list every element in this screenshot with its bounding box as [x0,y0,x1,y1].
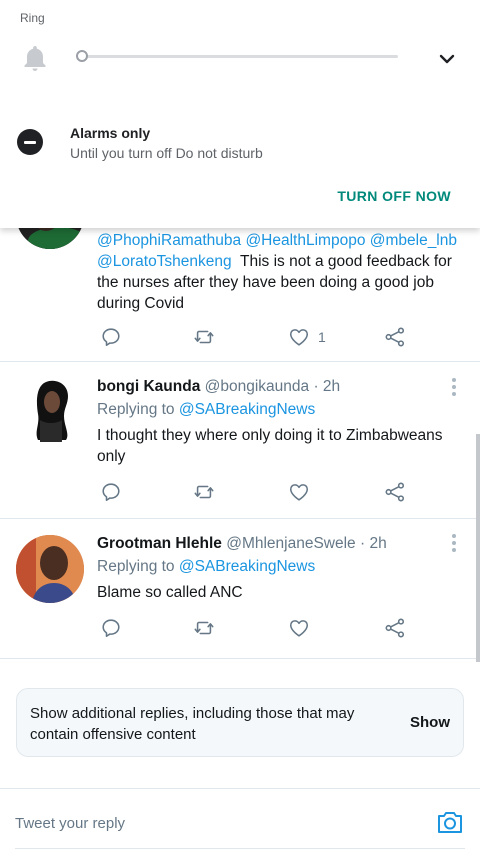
expand-button[interactable] [434,47,460,71]
reply-icon [102,483,120,502]
tweet-2[interactable]: bongi Kaunda @bongikaunda · 2h Replying … [0,362,480,519]
camera-icon [438,812,462,833]
replying-label: Replying to [97,401,175,418]
avatar[interactable] [16,535,84,603]
ring-volume-slider[interactable] [80,55,398,58]
reply-button[interactable] [100,617,122,639]
retweet-button[interactable] [193,617,215,639]
retweet-button[interactable] [193,326,215,348]
do-not-disturb-icon[interactable] [17,129,43,155]
bell-icon[interactable] [22,44,48,72]
replying-mention[interactable]: @SABreakingNews [179,401,315,418]
like-icon [289,484,309,501]
share-button[interactable] [384,617,406,639]
notice-text: Show additional replies, including those… [30,705,355,743]
like-icon [289,329,309,346]
tweet-3[interactable]: Grootman Hlehle @MhlenjaneSwele · 2h Rep… [0,519,480,659]
author-handle[interactable]: @bongikaunda [205,378,310,395]
tweet-time: · 2h [313,378,341,395]
tweet-content: Blame so called ANC [97,584,243,601]
author-name[interactable]: bongi Kaunda [97,378,200,395]
ring-label: Ring [20,11,45,25]
tweet-header: bongi Kaunda @bongikaunda · 2h [97,376,462,397]
replying-to: Replying to @SABreakingNews [97,399,462,420]
divider [0,788,480,789]
replying-to: Replying to @SABreakingNews [97,556,462,577]
author-handle[interactable]: @MhlenjaneSwele [226,535,355,552]
chevron-down-icon [439,54,455,64]
tweet-text: bongi Kaunda @bongikaunda · 2h Replying … [97,376,462,467]
reply-underline [15,848,465,849]
reply-button[interactable] [100,481,122,503]
volume-panel: Ring Alarms only Until you turn off Do n… [0,0,480,228]
tweet-time: · 2h [360,535,387,552]
avatar[interactable] [16,376,84,444]
turn-off-now-button[interactable]: TURN OFF NOW [337,188,451,204]
retweet-icon [194,485,214,499]
dnd-subtitle: Until you turn off Do not disturb [70,145,263,161]
like-button[interactable]: 1 [288,326,326,348]
offensive-replies-notice: Show additional replies, including those… [16,688,464,757]
share-icon [385,482,405,502]
tweet-text: @PhophiRamathuba @HealthLimpopo @mbele_l… [97,230,462,314]
retweet-button[interactable] [193,481,215,503]
like-count: 1 [318,329,326,345]
author-name[interactable]: Grootman Hlehle [97,535,222,552]
share-button[interactable] [384,326,406,348]
tweet-content: I thought they where only doing it to Zi… [97,427,443,465]
tweet-actions [100,481,410,503]
share-button[interactable] [384,481,406,503]
reply-icon [102,328,120,347]
ring-volume-thumb[interactable] [76,50,88,62]
retweet-icon [194,621,214,635]
tweet-text: Grootman Hlehle @MhlenjaneSwele · 2h Rep… [97,533,462,603]
retweet-icon [194,330,214,344]
tweet-actions: 1 [100,326,410,348]
tweet-actions [100,617,410,639]
show-replies-button[interactable]: Show [410,714,450,731]
reply-input[interactable] [15,811,415,835]
scrollbar[interactable] [476,434,480,662]
share-icon [385,618,405,638]
like-button[interactable] [288,617,310,639]
tweet-header: Grootman Hlehle @MhlenjaneSwele · 2h [97,533,462,554]
like-button[interactable] [288,481,310,503]
replying-mention[interactable]: @SABreakingNews [179,558,315,575]
reply-button[interactable] [100,326,122,348]
like-icon [289,620,309,637]
share-icon [385,327,405,347]
replying-label: Replying to [97,558,175,575]
dnd-title: Alarms only [70,125,151,141]
camera-button[interactable] [436,809,464,835]
reply-icon [102,619,120,638]
